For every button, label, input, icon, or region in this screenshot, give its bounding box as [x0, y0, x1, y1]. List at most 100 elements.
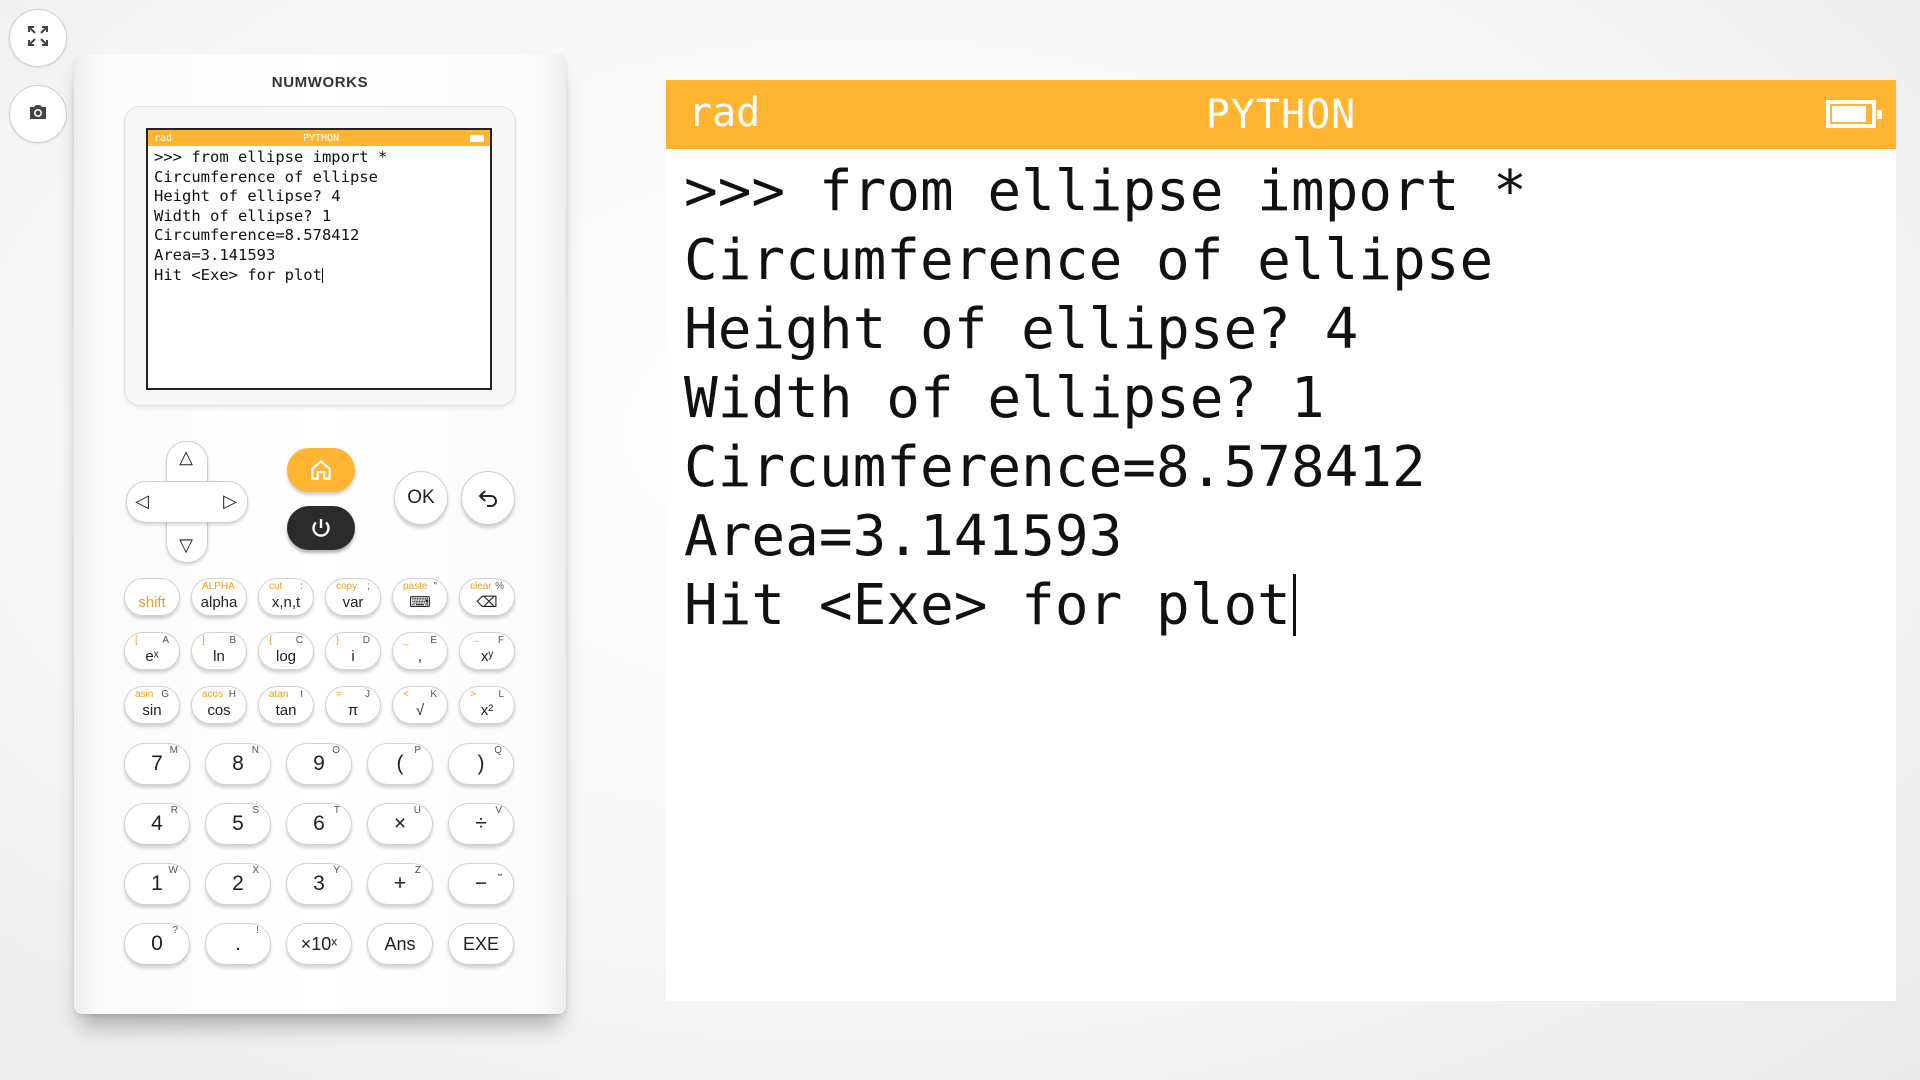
key-11[interactable]: → Fxʸ	[459, 632, 515, 670]
key-label: ÷	[475, 812, 487, 835]
display-line: Height of ellipse? 4	[684, 297, 1359, 362]
key-alpha-label: L	[498, 689, 504, 700]
key-alpha-label: H	[228, 689, 236, 700]
screenshot-button[interactable]	[9, 85, 67, 143]
key-label: 7	[151, 752, 163, 775]
up-arrow-button[interactable]: △	[174, 445, 198, 469]
key-36[interactable]: Ans	[367, 923, 433, 965]
key-label: sin	[142, 702, 162, 719]
display-status-bar: rad PYTHON	[666, 80, 1896, 149]
console-line: Area=3.141593	[154, 245, 276, 264]
key-3[interactable]: copy; var	[325, 578, 381, 616]
key-7[interactable]: ] Bln	[191, 632, 247, 670]
key-label: ⌨	[409, 594, 431, 611]
key-label: 2	[232, 872, 244, 895]
fullscreen-icon	[26, 24, 50, 53]
key-33[interactable]: ? 0	[124, 923, 190, 965]
calculator: NUMWORKS rad PYTHON >>> from ellipse imp…	[74, 54, 566, 1014]
key-alpha-label: ;	[367, 581, 370, 592]
home-icon	[311, 459, 331, 480]
key-6[interactable]: [Aeˣ	[124, 632, 180, 670]
key-24[interactable]: S5	[205, 803, 271, 845]
key-label: 9	[313, 752, 325, 775]
key-label: tan	[275, 702, 297, 719]
key-28[interactable]: W1	[124, 863, 190, 905]
key-label: eˣ	[145, 648, 159, 665]
fullscreen-button[interactable]	[9, 9, 67, 67]
console-line: >>> from ellipse import *	[154, 148, 388, 166]
display-line: Circumference=8.578412	[684, 435, 1426, 500]
key-16[interactable]: < K √	[392, 686, 448, 724]
key-27[interactable]: V ÷	[448, 803, 514, 845]
key-21[interactable]: P(	[367, 743, 433, 785]
key-34[interactable]: !.	[205, 923, 271, 965]
key-shift-label: _	[403, 635, 409, 646]
key-alpha-label: C	[295, 635, 303, 646]
key-15[interactable]: = Jπ	[325, 686, 381, 724]
key-label: π	[347, 702, 359, 719]
key-23[interactable]: R4	[124, 803, 190, 845]
key-shift-label: clear	[470, 581, 492, 592]
screen-bezel: rad PYTHON >>> from ellipse import * Circ…	[124, 106, 516, 406]
key-label: 6	[313, 812, 325, 835]
key-alpha-label: B	[229, 635, 236, 646]
camera-icon	[26, 100, 50, 129]
power-button[interactable]	[287, 506, 355, 550]
app-title: PYTHON	[302, 132, 340, 144]
key-17[interactable]: > Lx²	[459, 686, 515, 724]
key-shift-label: ]	[202, 635, 205, 646]
key-shift-label: }	[336, 635, 340, 646]
display-battery-icon	[1826, 100, 1882, 128]
key-label: √	[415, 702, 425, 719]
home-button[interactable]	[287, 448, 355, 492]
calculator-screen: rad PYTHON >>> from ellipse import * Circ…	[146, 128, 492, 390]
key-0[interactable]: shift	[124, 578, 180, 616]
key-label: x²	[480, 702, 494, 719]
display-line: Circumference of ellipse	[684, 228, 1494, 293]
key-5[interactable]: clear% ⌫	[459, 578, 515, 616]
calculator-status-bar: rad PYTHON	[148, 130, 490, 146]
back-icon	[478, 490, 497, 507]
key-label: var	[342, 594, 364, 611]
key-18[interactable]: M7	[124, 743, 190, 785]
key-label: 0	[151, 932, 163, 955]
key-37[interactable]: EXE	[448, 923, 514, 965]
key-9[interactable]: } Di	[325, 632, 381, 670]
key-2[interactable]: cut: x,n,t	[258, 578, 314, 616]
key-14[interactable]: atan Itan	[258, 686, 314, 724]
key-label: ⌫	[476, 594, 498, 611]
key-29[interactable]: X2	[205, 863, 271, 905]
console-output: >>> from ellipse import * Circumference o…	[148, 146, 490, 287]
key-13[interactable]: acos Hcos	[191, 686, 247, 724]
back-button[interactable]	[461, 471, 515, 525]
key-26[interactable]: U ×	[367, 803, 433, 845]
key-30[interactable]: Y3	[286, 863, 352, 905]
key-label: )	[477, 752, 485, 775]
key-31[interactable]: Z +	[367, 863, 433, 905]
console-line: Width of ellipse? 1	[154, 206, 332, 225]
key-label: ×10ˣ	[300, 934, 338, 954]
key-19[interactable]: N8	[205, 743, 271, 785]
key-35[interactable]: ×10ˣ	[286, 923, 352, 965]
key-1[interactable]: ALPHA alpha	[191, 578, 247, 616]
key-alpha-label: A	[162, 635, 169, 646]
left-arrow-button[interactable]: ◁	[130, 489, 154, 513]
angle-mode: rad	[154, 132, 173, 144]
right-arrow-button[interactable]: ▷	[218, 489, 242, 513]
key-22[interactable]: Q)	[448, 743, 514, 785]
down-arrow-button[interactable]: ▽	[174, 533, 198, 557]
key-25[interactable]: T6	[286, 803, 352, 845]
ok-button[interactable]: OK	[394, 471, 448, 525]
key-12[interactable]: asin Gsin	[124, 686, 180, 724]
brand-logo: NUMWORKS	[271, 74, 369, 91]
key-label: cos	[207, 702, 231, 719]
key-shift-label: {	[269, 635, 273, 646]
key-10[interactable]: _ E,	[392, 632, 448, 670]
key-20[interactable]: O9	[286, 743, 352, 785]
key-label: 1	[151, 872, 163, 895]
key-32[interactable]: ⎵ −	[448, 863, 514, 905]
key-label: EXE	[462, 934, 500, 954]
key-shift-label: paste	[403, 581, 428, 592]
key-4[interactable]: paste " ⌨	[392, 578, 448, 616]
key-8[interactable]: {Clog	[258, 632, 314, 670]
